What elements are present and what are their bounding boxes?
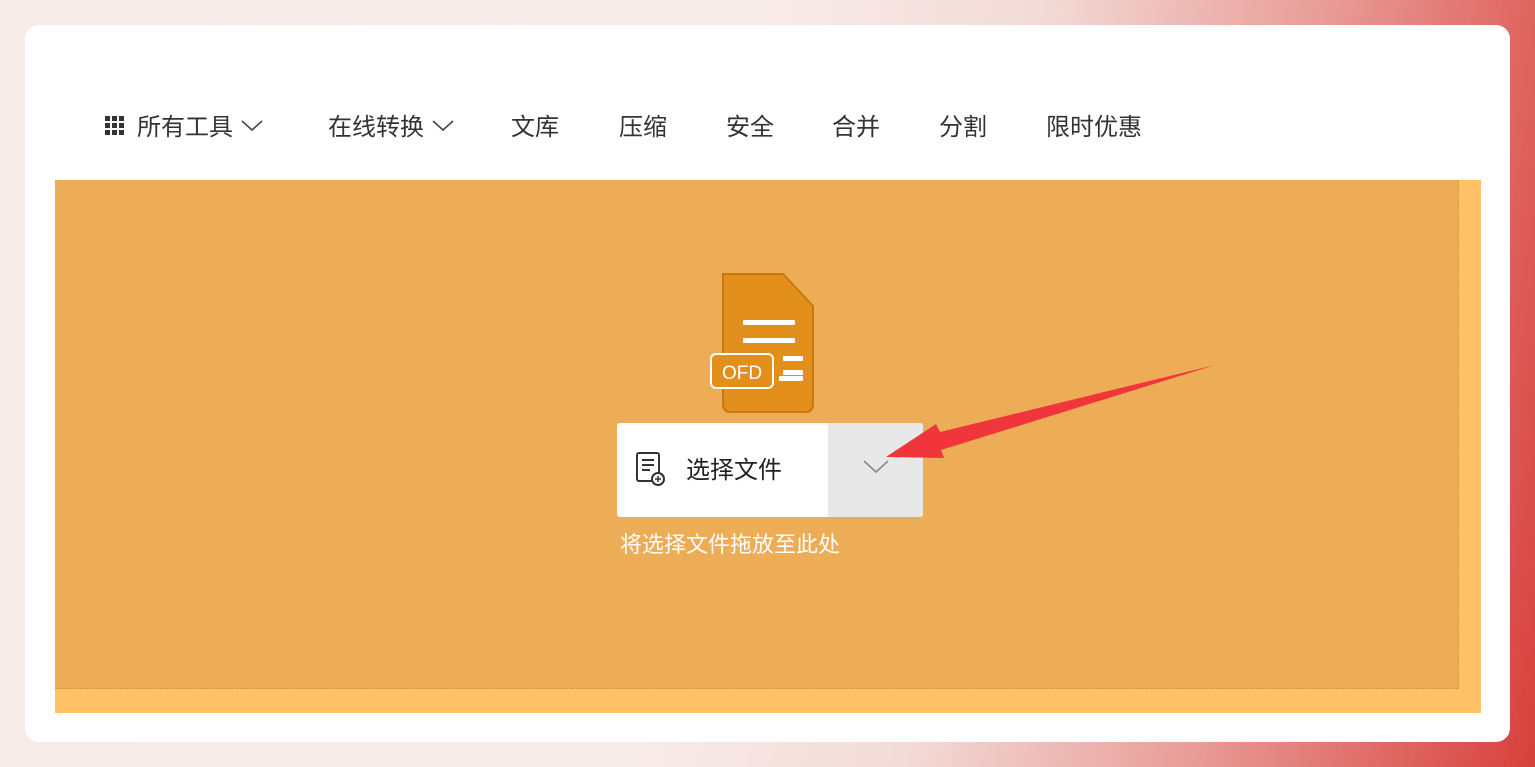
nav-item-label: 合并 (832, 113, 880, 141)
select-file-button[interactable]: 选择文件 (617, 423, 828, 517)
nav-item-compress[interactable]: 压缩 (619, 112, 667, 142)
select-file-button-group: 选择文件 (617, 423, 923, 517)
nav-item-label: 限时优惠 (1046, 113, 1142, 141)
main-card: 所有工具 在线转换 文库 压缩 安全 合并 分割 限时优惠 OFD 选择文件 将… (25, 25, 1510, 742)
nav-item-label: 压缩 (619, 113, 667, 141)
nav-item-all-tools[interactable]: 所有工具 (105, 112, 263, 142)
nav-item-label: 文库 (511, 113, 559, 141)
add-file-icon (636, 452, 665, 486)
nav-item-merge[interactable]: 合并 (832, 112, 880, 142)
ofd-document-icon: OFD (710, 273, 814, 413)
chevron-down-icon (241, 120, 263, 132)
nav-item-label: 在线转换 (328, 113, 424, 141)
annotation-arrow-icon (886, 365, 1215, 458)
drop-zone-inner[interactable]: OFD 选择文件 将选择文件拖放至此处 (55, 180, 1459, 689)
nav-item-split[interactable]: 分割 (939, 112, 987, 142)
nav-item-security[interactable]: 安全 (726, 112, 774, 142)
file-type-badge: OFD (722, 363, 762, 384)
select-file-label: 选择文件 (686, 456, 782, 484)
nav-item-online-convert[interactable]: 在线转换 (328, 112, 454, 142)
nav-item-label: 所有工具 (137, 113, 233, 141)
nav-item-label: 分割 (939, 113, 987, 141)
drop-hint-text: 将选择文件拖放至此处 (620, 533, 841, 558)
grid-icon (105, 116, 124, 135)
nav-item-limited-offer[interactable]: 限时优惠 (1046, 112, 1142, 142)
top-nav: 所有工具 在线转换 文库 压缩 安全 合并 分割 限时优惠 (55, 54, 1481, 180)
nav-item-label: 安全 (726, 113, 774, 141)
file-drop-zone[interactable]: OFD 选择文件 将选择文件拖放至此处 (55, 180, 1481, 713)
chevron-down-icon (432, 120, 454, 132)
page-frame: 所有工具 在线转换 文库 压缩 安全 合并 分割 限时优惠 OFD 选择文件 将… (55, 54, 1481, 714)
nav-item-library[interactable]: 文库 (511, 112, 559, 142)
